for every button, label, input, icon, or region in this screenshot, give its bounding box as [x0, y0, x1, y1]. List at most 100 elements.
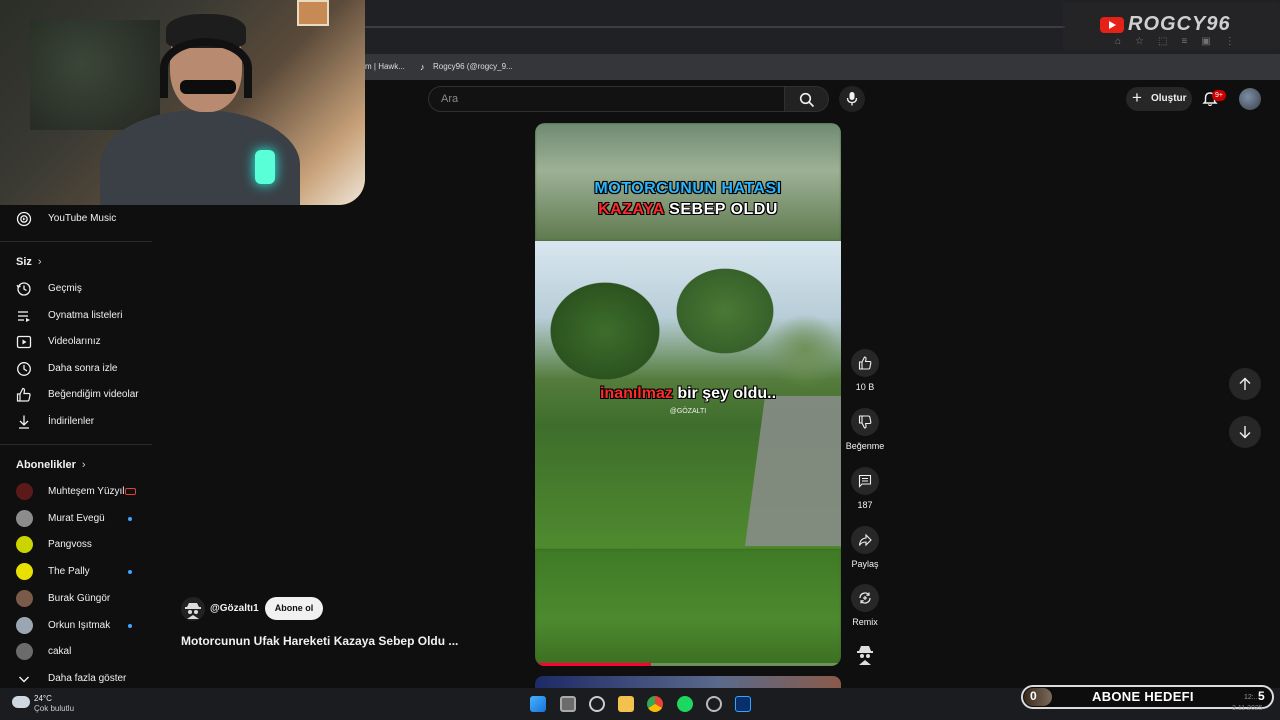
sidebar-item-liked[interactable]: Beğendiğim videolar — [0, 383, 152, 407]
channel-avatar — [16, 589, 33, 607]
tab-divider — [365, 26, 1065, 28]
new-content-dot — [128, 623, 132, 628]
dislike-label: Beğenme — [845, 441, 885, 451]
comment-count: 187 — [857, 500, 873, 510]
remix-circle — [851, 584, 879, 612]
subscription-label: cakal — [48, 646, 72, 658]
goal-current-value: 0 — [1030, 689, 1037, 703]
speedometer-icon[interactable] — [706, 696, 722, 712]
arrow-down-icon — [1239, 426, 1251, 439]
new-content-dot — [128, 516, 132, 521]
tiktok-icon: ♪ — [420, 62, 425, 72]
sidebar-divider — [0, 444, 152, 445]
remix-label: Remix — [852, 617, 878, 627]
sidebar-item-label: Daha sonra izle — [48, 362, 118, 374]
sidebar-item-youtube-music[interactable]: YouTube Music — [0, 207, 152, 231]
search-box[interactable] — [428, 86, 785, 112]
search-input[interactable] — [441, 93, 771, 105]
subscription-label: Burak Güngör — [48, 592, 111, 604]
arrow-up-icon — [1239, 377, 1251, 390]
subscription-item[interactable]: The Pally — [0, 560, 152, 584]
share-icon — [858, 533, 872, 547]
sound-channel-button[interactable] — [845, 642, 885, 668]
channel-avatar — [16, 616, 33, 634]
live-icon — [125, 488, 136, 495]
sidebar-item-watch-later[interactable]: Daha sonra izle — [0, 357, 152, 381]
like-circle — [851, 349, 879, 377]
share-label: Paylaş — [851, 559, 879, 569]
like-button[interactable]: 10 B — [845, 349, 885, 392]
create-button-label: Oluştur — [1151, 93, 1187, 104]
sidebar-heading-you[interactable]: Siz › — [16, 256, 42, 268]
create-button[interactable]: + Oluştur — [1126, 87, 1192, 111]
subscription-label: Orkun Işıtmak — [48, 619, 111, 631]
video-overlay-title-line2: KAZAYA SEBEP OLDU — [535, 201, 841, 219]
watch-later-icon — [17, 361, 31, 376]
video-watermark: @GÖZALTI — [669, 408, 707, 415]
caption-highlight: inanılmaz — [599, 385, 673, 402]
bookmark-hawk[interactable]: m | Hawk... — [365, 62, 405, 71]
notification-badge: 9+ — [1212, 90, 1226, 101]
previous-short-button[interactable] — [1229, 368, 1261, 400]
sidebar-heading-label: Siz — [16, 256, 32, 268]
subscription-item[interactable]: Burak Güngör — [0, 587, 152, 611]
comments-circle — [851, 467, 879, 495]
subscription-item[interactable]: cakal — [0, 640, 152, 664]
video-caption: inanılmaz bir şey oldu.. — [535, 385, 841, 403]
channel-avatar[interactable] — [181, 597, 205, 621]
sidebar-item-your-videos[interactable]: Videolarınız — [0, 330, 152, 354]
subscription-item[interactable]: Orkun Işıtmak — [0, 614, 152, 638]
caption-rest: bir şey oldu.. — [677, 385, 777, 402]
voice-search-button[interactable] — [839, 86, 865, 112]
subscription-label: Muhteşem Yüzyıl — [48, 486, 125, 497]
spotify-icon[interactable] — [677, 696, 693, 712]
subscription-item[interactable]: Pangvoss — [0, 533, 152, 557]
sidebar-item-download[interactable]: İndirilenler — [0, 410, 152, 434]
download-icon — [19, 415, 29, 429]
next-short-preview[interactable] — [535, 676, 841, 688]
channel-avatar — [16, 536, 33, 554]
subscription-item[interactable]: Murat Evegü — [0, 507, 152, 531]
share-button[interactable]: Paylaş — [845, 526, 885, 569]
video-progress-bar[interactable] — [535, 663, 841, 666]
short-title[interactable]: Motorcunun Ufak Hareketi Kazaya Sebep Ol… — [181, 634, 458, 648]
subscription-label: Pangvoss — [48, 539, 92, 551]
sidebar-item-history[interactable]: Geçmiş — [0, 277, 152, 301]
next-short-button[interactable] — [1229, 416, 1261, 448]
weather-description[interactable]: Çok bulutlu — [34, 704, 74, 713]
start-menu-icon[interactable] — [530, 696, 546, 712]
cloud-icon — [12, 696, 30, 708]
search-button[interactable] — [785, 86, 829, 112]
comments-button[interactable]: 187 — [845, 467, 885, 510]
chevron-right-icon: › — [81, 459, 86, 471]
channel-handle[interactable]: @Gözaltı1 — [210, 603, 259, 614]
channel-avatar — [16, 509, 33, 527]
weather-temperature[interactable]: 24°C — [34, 694, 52, 703]
photoshop-icon[interactable] — [735, 696, 751, 712]
channel-avatar — [16, 563, 33, 581]
bookmark-tiktok[interactable]: ♪ Rogcy96 (@rogcy_9... — [420, 62, 513, 72]
file-explorer-icon[interactable] — [618, 696, 634, 712]
sidebar-heading-subscriptions[interactable]: Abonelikler › — [16, 459, 86, 471]
dislike-button[interactable]: Beğenme — [845, 408, 885, 451]
sidebar-item-label: İndirilenler — [48, 416, 95, 427]
shorts-player[interactable]: MOTORCUNUN HATASI KAZAYA SEBEP OLDU inan… — [535, 123, 841, 666]
sidebar-item-label: Daha fazla göster — [48, 673, 127, 684]
tray-clock[interactable]: 12:... — [1244, 694, 1260, 701]
video-road — [745, 396, 841, 546]
subscribe-button[interactable]: Abone ol — [265, 597, 323, 620]
chevron-down-icon — [19, 676, 29, 683]
sidebar-item-playlists[interactable]: Oynatma listeleri — [0, 304, 152, 328]
sidebar-item-label: Videolarınız — [48, 336, 101, 348]
sidebar-item-label: Oynatma listeleri — [48, 309, 123, 321]
tray-date[interactable]: 3.11.2025 — [1232, 705, 1263, 712]
remix-button[interactable]: Remix — [845, 584, 885, 627]
chrome-icon[interactable] — [647, 696, 663, 712]
app-circle-icon[interactable] — [589, 696, 605, 712]
account-avatar[interactable] — [1239, 88, 1261, 110]
title-rest: SEBEP OLDU — [669, 201, 778, 218]
your-videos-icon — [16, 336, 32, 349]
video-progress-fill — [535, 663, 652, 666]
subscription-item[interactable]: Muhteşem Yüzyıl — [0, 480, 152, 504]
task-view-icon[interactable] — [560, 696, 576, 712]
